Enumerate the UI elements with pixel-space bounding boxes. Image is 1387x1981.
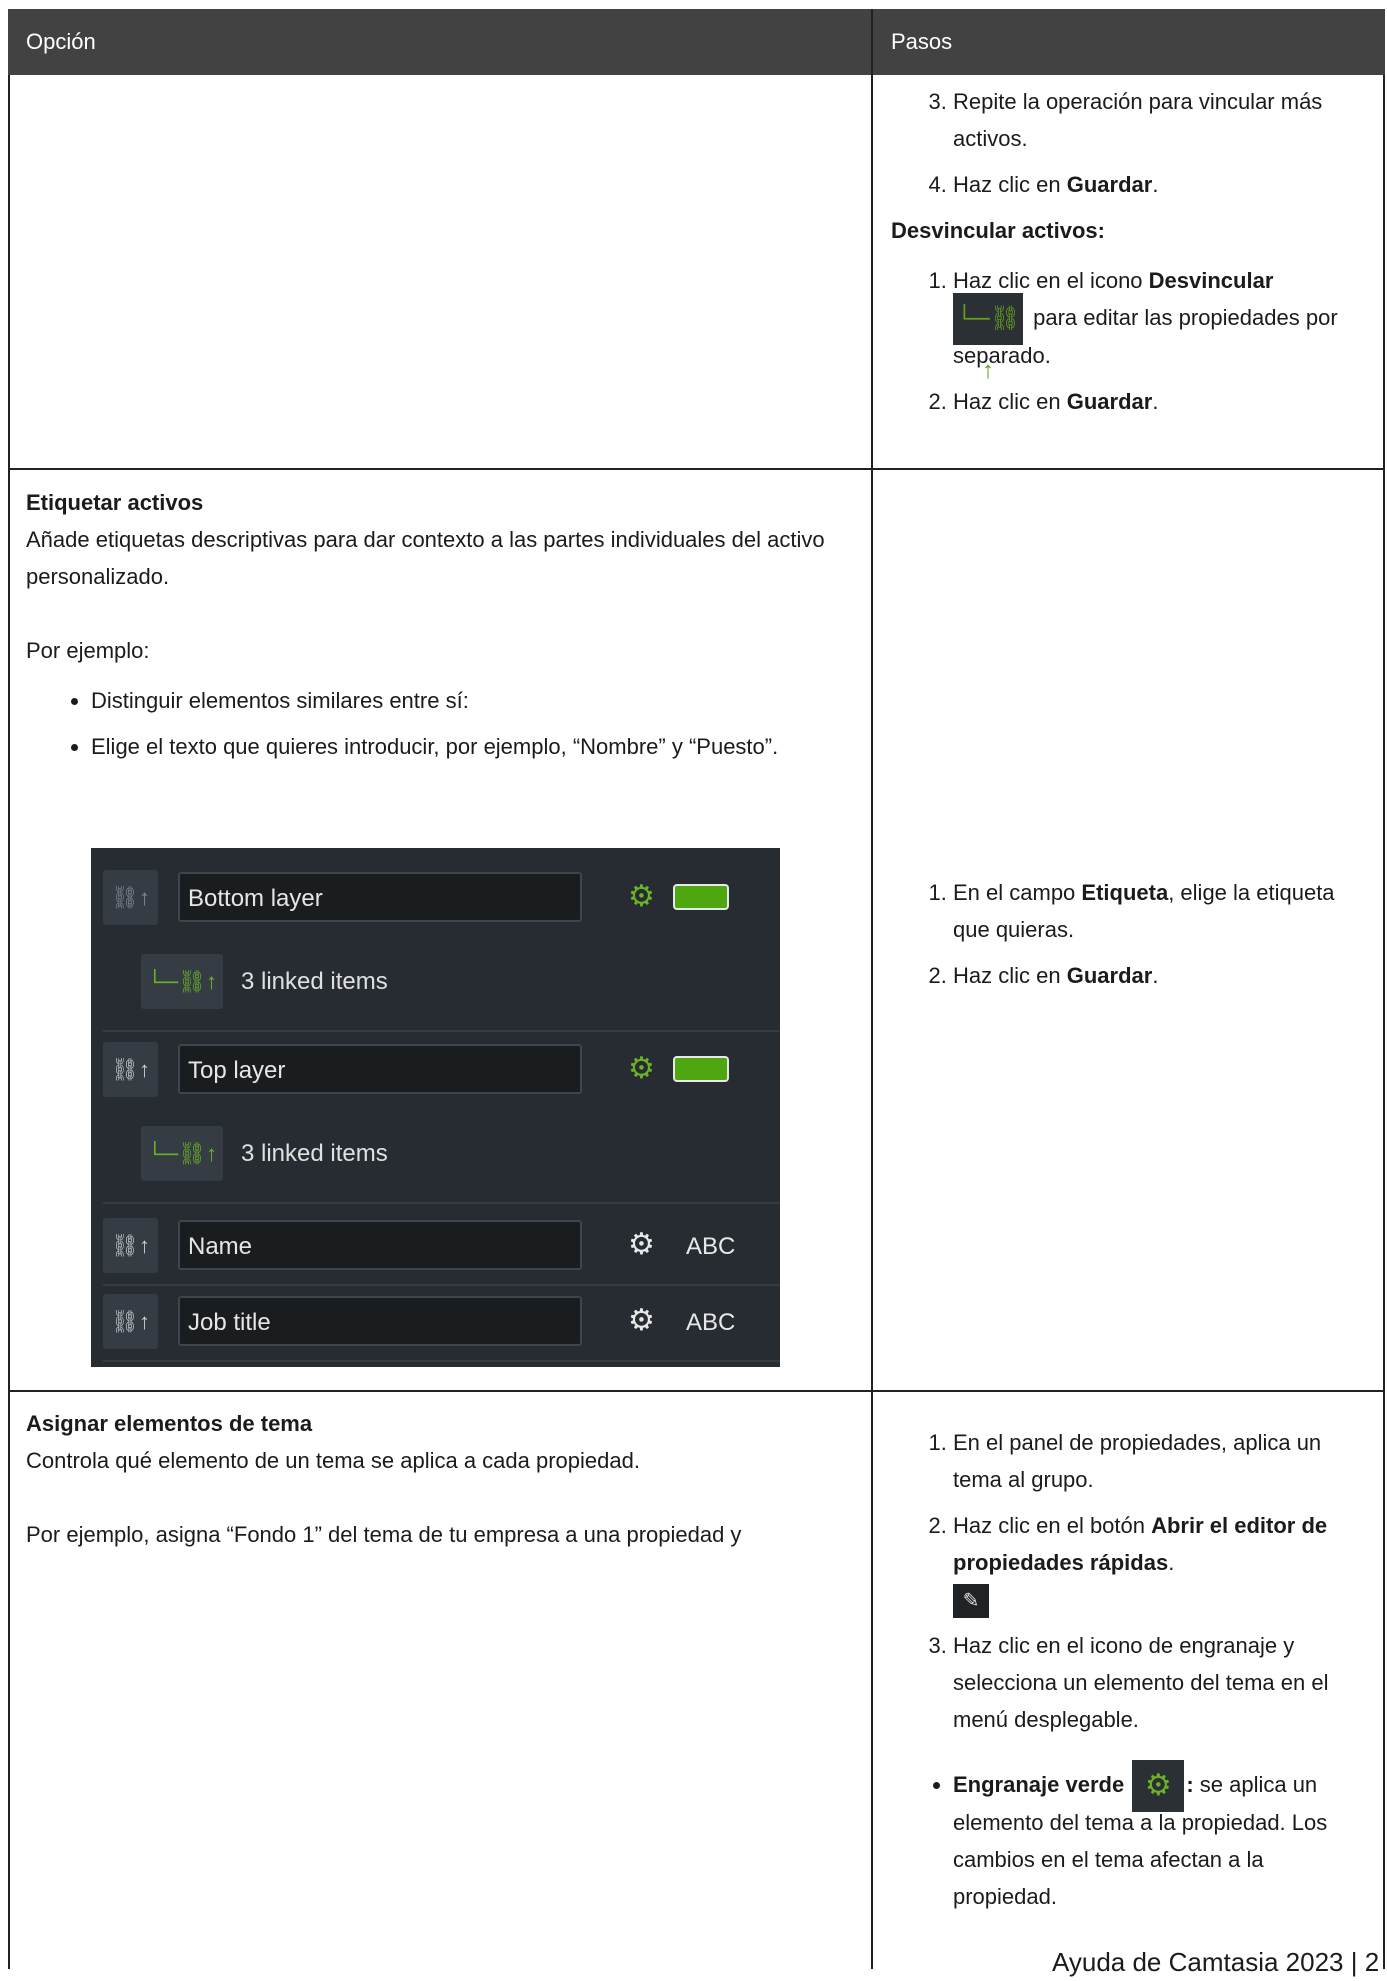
- steps-cell-link: Repite la operación para vincular más ac…: [891, 83, 1371, 429]
- list-item: Haz clic en Guardar.: [953, 957, 1371, 994]
- linked-items-label: 3 linked items: [241, 1140, 388, 1167]
- row-description: Añade etiquetas descriptivas para dar co…: [26, 527, 825, 589]
- row-title: Etiquetar activos: [26, 490, 204, 515]
- column-divider: [871, 9, 873, 1969]
- label-field: Bottom layer: [178, 872, 582, 922]
- abc-label: ABC: [686, 1233, 736, 1260]
- example-text: Por ejemplo, asigna “Fondo 1” del tema d…: [26, 1522, 742, 1547]
- divider: [103, 1284, 780, 1286]
- color-swatch: [673, 884, 729, 910]
- steps-cell-theme: En el panel de propiedades, aplica un te…: [891, 1424, 1371, 1924]
- list-item: Repite la operación para vincular más ac…: [953, 83, 1371, 157]
- list-item: Distinguir elementos similares entre sí:: [91, 682, 856, 719]
- gear-icon: ⚙: [628, 1228, 655, 1261]
- list-item: En el panel de propiedades, aplica un te…: [953, 1424, 1371, 1498]
- header-option: Opción: [26, 29, 96, 54]
- unlink-heading: Desvincular activos:: [891, 218, 1105, 243]
- divider: [103, 1030, 780, 1032]
- link-icon: ⛓↑: [103, 870, 158, 925]
- label-field: Job title: [178, 1296, 582, 1346]
- abc-label: ABC: [686, 1309, 736, 1336]
- link-icon: ⛓↑: [103, 1042, 158, 1097]
- properties-panel-screenshot: ⛓↑ Bottom layer ⚙ └─⛓↑ 3 linked items ⛓↑…: [91, 848, 780, 1367]
- divider: [103, 1360, 780, 1362]
- list-item: Engranaje verde ⚙: se aplica un elemento…: [953, 1760, 1371, 1915]
- label-field: Top layer: [178, 1044, 582, 1094]
- row-divider: [8, 468, 1385, 470]
- list-item: Haz clic en el botón Abrir el editor de …: [953, 1507, 1371, 1618]
- example-intro: Por ejemplo:: [26, 638, 150, 663]
- link-icon: ⛓↑: [103, 1294, 158, 1349]
- unlink-icon: └─⛓↑: [953, 293, 1023, 384]
- label-field: Name: [178, 1220, 582, 1270]
- list-item: Elige el texto que quieres introducir, p…: [91, 728, 811, 765]
- unlink-icon: └─⛓↑: [141, 1126, 223, 1181]
- row-divider: [8, 1390, 1385, 1392]
- option-cell-tag: Etiquetar activos Añade etiquetas descri…: [26, 484, 856, 774]
- gear-icon: ⚙: [628, 880, 655, 913]
- steps-cell-tag: En el campo Etiqueta, elige la etiqueta …: [891, 874, 1371, 1003]
- header-steps: Pasos: [891, 29, 953, 54]
- link-icon: ⛓↑: [103, 1218, 158, 1273]
- row-title: Asignar elementos de tema: [26, 1411, 313, 1436]
- divider: [103, 1202, 780, 1204]
- list-item: Haz clic en el icono Desvincular └─⛓↑ pa…: [953, 262, 1371, 384]
- gear-icon: ⚙: [628, 1304, 655, 1337]
- color-swatch: [673, 1056, 729, 1082]
- list-item: Haz clic en Guardar.: [953, 383, 1371, 420]
- edit-properties-icon: ✎: [953, 1584, 989, 1618]
- table-header: Opción Pasos: [8, 9, 1385, 75]
- gear-icon: ⚙: [1132, 1760, 1185, 1813]
- linked-items-label: 3 linked items: [241, 968, 388, 995]
- gear-icon: ⚙: [628, 1052, 655, 1085]
- unlink-icon: └─⛓↑: [141, 954, 223, 1009]
- list-item: Haz clic en Guardar.: [953, 166, 1371, 203]
- list-item: En el campo Etiqueta, elige la etiqueta …: [953, 874, 1371, 948]
- option-cell-theme: Asignar elementos de tema Controla qué e…: [26, 1405, 856, 1553]
- row-description: Controla qué elemento de un tema se apli…: [26, 1448, 640, 1473]
- list-item: Haz clic en el icono de engranaje y sele…: [953, 1627, 1371, 1738]
